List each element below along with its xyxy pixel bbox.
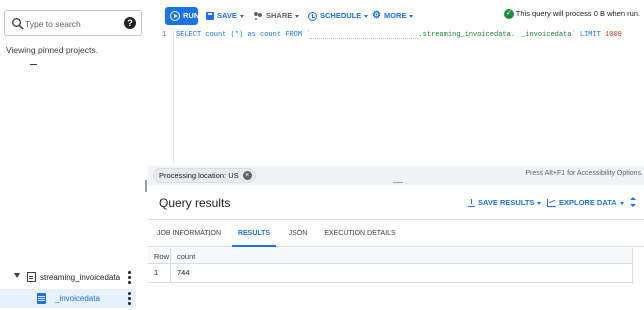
gear-icon: ⚙ xyxy=(372,10,381,22)
divider xyxy=(30,64,37,65)
save-button[interactable]: SAVE xyxy=(206,10,244,22)
help-icon[interactable]: ? xyxy=(124,17,136,29)
download-icon xyxy=(468,199,475,208)
expand-icon[interactable] xyxy=(630,195,636,209)
save-results-label: SAVE RESULTS xyxy=(478,198,535,207)
column-header-row: Row xyxy=(154,252,170,261)
chevron-down-icon xyxy=(409,14,414,18)
panel-resize-handle[interactable] xyxy=(145,180,147,192)
status-text: This query will process 0 B when run. xyxy=(515,9,640,18)
search-box[interactable]: ? xyxy=(4,10,142,36)
query-limit-keyword: LIMIT xyxy=(575,31,606,39)
query-limit-value: 1000 xyxy=(605,31,622,39)
save-icon xyxy=(206,12,214,21)
chevron-down-icon xyxy=(295,14,300,18)
processing-location-label: Processing location: US xyxy=(159,171,239,180)
kebab-icon[interactable] xyxy=(128,271,131,284)
results-table-header: Row count xyxy=(148,248,632,264)
chevron-down-icon[interactable] xyxy=(14,273,20,278)
close-icon[interactable]: × xyxy=(242,171,252,180)
play-icon xyxy=(170,11,180,21)
kebab-icon[interactable] xyxy=(128,292,131,305)
run-label: RUN xyxy=(183,11,200,20)
column-divider xyxy=(170,264,171,282)
line-number: 1 xyxy=(162,31,167,39)
explore-data-label: EXPLORE DATA xyxy=(559,198,617,207)
share-label: SHARE xyxy=(266,11,293,20)
tab-results[interactable]: RESULTS xyxy=(232,221,276,247)
schedule-label: SCHEDULE xyxy=(320,11,362,20)
tree-item-table[interactable]: _invoicedata xyxy=(0,289,136,308)
query-table: .streaming_invoicedata. xyxy=(418,31,516,39)
redacted-project xyxy=(310,32,419,39)
dataset-icon xyxy=(27,272,36,282)
editor-results-splitter[interactable] xyxy=(393,182,403,183)
count-cell[interactable]: 744 xyxy=(177,268,190,277)
table-icon xyxy=(37,293,46,304)
search-icon xyxy=(12,18,24,30)
line-gutter: 1 xyxy=(148,28,174,165)
table-row[interactable]: 1 744 xyxy=(148,264,632,283)
column-divider xyxy=(170,248,171,263)
tab-execution-details[interactable]: EXECUTION DETAILS xyxy=(322,221,398,247)
pinned-projects-text: Viewing pinned projects. xyxy=(6,45,98,55)
chevron-down-icon xyxy=(537,201,542,205)
processing-location-chip[interactable]: Processing location: US × xyxy=(153,168,256,183)
dataset-label: streaming_invoicedata xyxy=(40,273,121,282)
table-label: _invoicedata xyxy=(55,294,100,303)
accessibility-hint: Press Alt+F1 for Accessibility Options. xyxy=(525,170,643,177)
query-editor[interactable]: 1 SELECT count (*) as count FROM ` .strea… xyxy=(148,28,644,165)
explore-data-button[interactable]: EXPLORE DATA xyxy=(547,198,624,208)
share-icon xyxy=(254,12,263,20)
chart-icon xyxy=(547,199,556,208)
schedule-icon xyxy=(308,11,317,21)
tree-item-dataset[interactable]: streaming_invoicedata xyxy=(0,268,136,287)
query-toolbar: RUN SAVE SHARE SCHEDULE ⚙ MORE ✓ This quer… xyxy=(160,0,644,28)
run-button[interactable]: RUN xyxy=(165,7,200,25)
schedule-button[interactable]: SCHEDULE xyxy=(308,10,369,22)
check-circle-icon: ✓ xyxy=(503,9,514,20)
query-text[interactable]: SELECT count (*) as count FROM ` .streami… xyxy=(176,31,622,39)
tab-json[interactable]: JSON xyxy=(282,221,314,247)
search-input[interactable] xyxy=(25,15,121,32)
results-scrollbar[interactable] xyxy=(632,248,642,284)
more-button[interactable]: ⚙ MORE xyxy=(372,10,414,22)
share-button[interactable]: SHARE xyxy=(254,10,300,22)
query-prefix: SELECT count (*) as count FROM ` xyxy=(176,31,311,39)
save-results-button[interactable]: SAVE RESULTS xyxy=(468,198,542,208)
explorer-panel: ? Viewing pinned projects. streaming_inv… xyxy=(0,0,146,310)
results-title: Query results xyxy=(159,196,231,210)
query-table-tail: _invoicedata` xyxy=(521,31,576,39)
tab-job-information[interactable]: JOB INFORMATION xyxy=(153,221,225,247)
query-validation-status: ✓ This query will process 0 B when run. xyxy=(503,8,640,20)
results-header: Query results SAVE RESULTS EXPLORE DATA xyxy=(148,186,644,220)
chevron-down-icon xyxy=(239,14,244,18)
row-number-cell: 1 xyxy=(154,268,159,277)
column-header-count[interactable]: count xyxy=(177,252,195,261)
chevron-down-icon xyxy=(364,14,369,18)
results-tabs: JOB INFORMATION RESULTS JSON EXECUTION D… xyxy=(148,221,644,247)
chevron-down-icon xyxy=(619,201,624,205)
more-label: MORE xyxy=(383,11,407,20)
save-label: SAVE xyxy=(217,11,237,20)
